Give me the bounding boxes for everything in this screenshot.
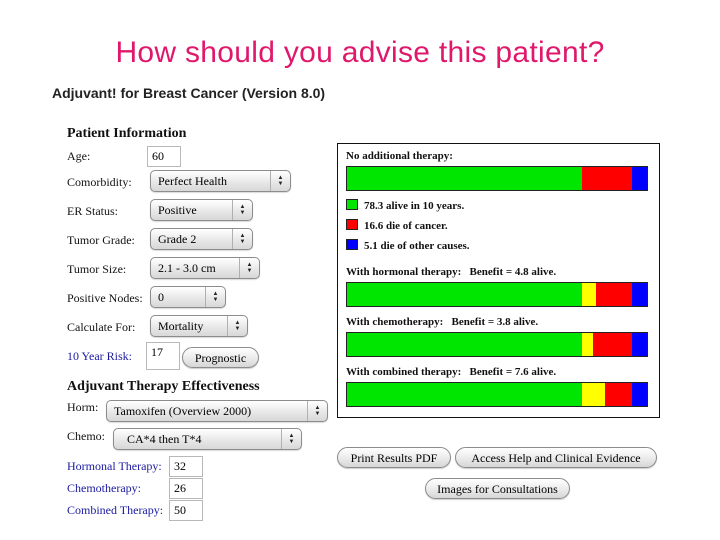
combined-therapy-label: Combined Therapy: [67,503,164,517]
horm-label: Horm: [67,400,99,414]
select-arrows-icon: ▲ ▼ [232,229,252,249]
bar-segment-benefit [581,383,605,406]
calculate-for-label: Calculate For: [67,320,136,334]
select-arrows-icon: ▲ ▼ [232,200,252,220]
select-arrows-icon: ▲ ▼ [281,429,301,449]
positive-nodes-value: 0 [158,290,164,304]
hormonal-bar [346,282,648,307]
bar-segment-cancer [593,333,632,356]
tumor-size-label: Tumor Size: [67,262,127,276]
bar-segment-cancer [581,167,632,190]
chemo-label: Chemo: [67,429,105,443]
prognostic-button[interactable]: Prognostic [182,347,259,368]
bar-segment-other [631,283,647,306]
bar-segment-other [631,167,647,190]
bar-segment-benefit [581,283,597,306]
therapy-effectiveness-heading: Adjuvant Therapy Effectiveness [67,379,260,394]
er-status-label: ER Status: [67,204,119,218]
select-arrows-icon: ▲ ▼ [205,287,225,307]
er-status-value: Positive [158,203,197,217]
bar-segment-cancer [596,283,632,306]
legend-other-text: 5.1 die of other causes. [364,240,470,252]
calculate-for-select[interactable]: Mortality ▲ ▼ [150,315,248,337]
tumor-grade-label: Tumor Grade: [67,233,135,247]
app-title: Adjuvant! for Breast Cancer (Version 8.0… [52,85,326,101]
tumor-size-value: 2.1 - 3.0 cm [158,261,216,275]
ten-year-risk-input[interactable]: 17 [146,342,180,370]
no-therapy-bar [346,166,648,191]
positive-nodes-label: Positive Nodes: [67,291,143,305]
hormonal-therapy-input[interactable]: 32 [169,456,203,477]
images-for-consultations-button[interactable]: Images for Consultations [425,478,570,499]
chemotherapy-label: Chemotherapy: [67,481,141,495]
legend-cancer-text: 16.6 die of cancer. [364,220,448,232]
chemo-bar [346,332,648,357]
print-results-pdf-button[interactable]: Print Results PDF [337,447,451,468]
bar-segment-alive [347,283,582,306]
chemo-select[interactable]: CA*4 then T*4 ▲ ▼ [113,428,302,450]
combined-bar [346,382,648,407]
chemotherapy-input[interactable]: 26 [169,478,203,499]
no-therapy-label: No additional therapy: [346,150,453,162]
combined-label: With combined therapy: Benefit = 7.6 ali… [346,366,557,378]
bar-segment-benefit [581,333,594,356]
comorbidity-value: Perfect Health [158,174,227,188]
hormonal-therapy-label: Hormonal Therapy: [67,459,162,473]
legend-swatch-other [346,239,358,250]
comorbidity-label: Comorbidity: [67,175,132,189]
tumor-size-select[interactable]: 2.1 - 3.0 cm ▲ ▼ [150,257,260,279]
select-arrows-icon: ▲ ▼ [270,171,290,191]
select-arrows-icon: ▲ ▼ [239,258,259,278]
legend-alive-text: 78.3 alive in 10 years. [364,200,465,212]
bar-segment-alive [347,333,582,356]
select-arrows-icon: ▲ ▼ [227,316,247,336]
combined-therapy-input[interactable]: 50 [169,500,203,521]
legend-swatch-alive [346,199,358,210]
legend-swatch-cancer [346,219,358,230]
positive-nodes-select[interactable]: 0 ▲ ▼ [150,286,226,308]
chemo-value: CA*4 then T*4 [127,432,202,446]
bar-segment-other [631,383,647,406]
bar-segment-other [631,333,647,356]
age-input[interactable]: 60 [147,146,181,167]
er-status-select[interactable]: Positive ▲ ▼ [150,199,253,221]
bar-segment-alive [347,383,582,406]
tumor-grade-select[interactable]: Grade 2 ▲ ▼ [150,228,253,250]
horm-value: Tamoxifen (Overview 2000) [114,404,252,418]
ten-year-risk-label: 10 Year Risk: [67,349,133,363]
calculate-for-value: Mortality [158,319,204,333]
age-label: Age: [67,149,91,163]
hormonal-label: With hormonal therapy: Benefit = 4.8 ali… [346,266,557,278]
bar-segment-alive [347,167,582,190]
tumor-grade-value: Grade 2 [158,232,197,246]
comorbidity-select[interactable]: Perfect Health ▲ ▼ [150,170,291,192]
select-arrows-icon: ▲ ▼ [307,401,327,421]
patient-information-heading: Patient Information [67,126,187,141]
bar-segment-cancer [604,383,632,406]
horm-select[interactable]: Tamoxifen (Overview 2000) ▲ ▼ [106,400,328,422]
chemo-result-label: With chemotherapy: Benefit = 3.8 alive. [346,316,539,328]
slide-title: How should you advise this patient? [115,36,605,69]
access-help-button[interactable]: Access Help and Clinical Evidence [455,447,657,468]
